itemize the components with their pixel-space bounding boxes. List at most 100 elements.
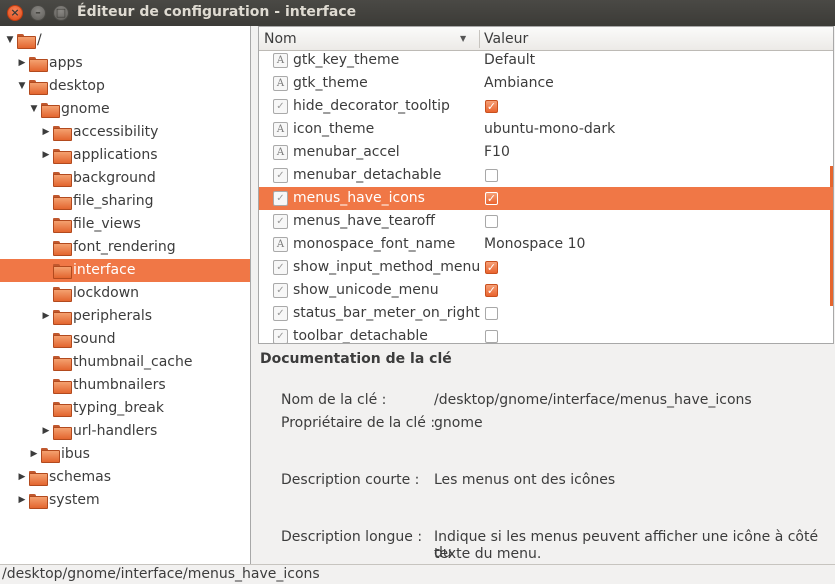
tree-item-label: interface <box>73 262 136 278</box>
folder-icon <box>53 356 72 371</box>
key-value-checkbox[interactable]: ✓ <box>485 284 498 297</box>
key-row-menus_have_icons[interactable]: ✓ menus_have_icons ✓ <box>259 187 833 210</box>
key-value[interactable]: Default <box>484 49 535 72</box>
expander-closed-icon[interactable]: ▶ <box>16 466 28 489</box>
key-row-status_bar_meter_on_right[interactable]: ✓ status_bar_meter_on_right <box>259 302 833 325</box>
tree-item-schemas[interactable]: ▶ schemas <box>0 466 250 489</box>
tree-item-url-handlers[interactable]: ▶ url-handlers <box>0 420 250 443</box>
tree-item-label: typing_break <box>73 400 164 416</box>
key-name: status_bar_meter_on_right <box>293 305 480 321</box>
tree-item-background[interactable]: background <box>0 167 250 190</box>
key-name: menus_have_icons <box>293 190 425 206</box>
maximize-window-button[interactable]: □ <box>53 5 69 21</box>
folder-icon <box>29 57 48 72</box>
tree-item-lockdown[interactable]: lockdown <box>0 282 250 305</box>
folder-icon <box>53 195 72 210</box>
key-name: hide_decorator_tooltip <box>293 98 450 114</box>
tree-item-peripherals[interactable]: ▶ peripherals <box>0 305 250 328</box>
tree-item-label: accessibility <box>73 124 159 140</box>
tree-item-file_views[interactable]: file_views <box>0 213 250 236</box>
key-name-value: /desktop/gnome/interface/menus_have_icon… <box>434 392 752 408</box>
key-row-gtk_theme[interactable]: Agtk_theme Ambiance <box>259 72 833 95</box>
sort-arrow-icon[interactable]: ▼ <box>460 27 466 51</box>
expander-closed-icon[interactable]: ▶ <box>16 489 28 512</box>
tree-item-interface[interactable]: interface <box>0 259 250 282</box>
boolean-type-icon: ✓ <box>273 329 288 343</box>
tree-item-ibus[interactable]: ▶ ibus <box>0 443 250 466</box>
tree-item-label: file_sharing <box>73 193 154 209</box>
folder-icon <box>53 126 72 141</box>
expander-closed-icon[interactable]: ▶ <box>28 443 40 466</box>
string-type-icon: A <box>273 122 288 137</box>
key-value[interactable]: Monospace 10 <box>484 233 585 256</box>
key-name: gtk_theme <box>293 75 368 91</box>
tree-item-applications[interactable]: ▶ applications <box>0 144 250 167</box>
column-separator[interactable] <box>479 30 480 48</box>
key-row-toolbar_detachable[interactable]: ✓ toolbar_detachable <box>259 325 833 344</box>
string-type-icon: A <box>273 145 288 160</box>
boolean-type-icon: ✓ <box>273 283 288 298</box>
folder-icon <box>53 241 72 256</box>
column-header-value[interactable]: Valeur <box>484 27 528 51</box>
string-type-icon: A <box>273 237 288 252</box>
key-name: toolbar_detachable <box>293 328 428 344</box>
key-tree[interactable]: ▼ / ▶ apps ▼ desktop ▼ gnome ▶ accessibility ▶ appl… <box>0 26 251 564</box>
key-value-checkbox[interactable] <box>485 330 498 343</box>
key-row-show_unicode_menu[interactable]: ✓ show_unicode_menu ✓ <box>259 279 833 302</box>
key-name: icon_theme <box>293 121 375 137</box>
short-description-label: Description courte : <box>281 472 420 488</box>
tree-item-desktop[interactable]: ▼ desktop <box>0 75 250 98</box>
key-row-hide_decorator_tooltip[interactable]: ✓ hide_decorator_tooltip ✓ <box>259 95 833 118</box>
tree-item-accessibility[interactable]: ▶ accessibility <box>0 121 250 144</box>
tree-item-root[interactable]: ▼ / <box>0 29 250 52</box>
key-value[interactable]: F10 <box>484 141 510 164</box>
minimize-window-button[interactable]: – <box>30 5 46 21</box>
boolean-type-icon: ✓ <box>273 306 288 321</box>
key-row-monospace_font_name[interactable]: Amonospace_font_name Monospace 10 <box>259 233 833 256</box>
folder-icon <box>53 287 72 302</box>
expander-open-icon[interactable]: ▼ <box>4 29 16 52</box>
expander-open-icon[interactable]: ▼ <box>16 75 28 98</box>
key-value-checkbox[interactable] <box>485 215 498 228</box>
key-row-show_input_method_menu[interactable]: ✓ show_input_method_menu ✓ <box>259 256 833 279</box>
tree-item-thumbnailers[interactable]: thumbnailers <box>0 374 250 397</box>
key-name: show_input_method_menu <box>293 259 481 275</box>
string-type-icon: A <box>273 76 288 91</box>
tree-item-sound[interactable]: sound <box>0 328 250 351</box>
tree-item-label: peripherals <box>73 308 153 324</box>
key-name: menus_have_tearoff <box>293 213 435 229</box>
expander-closed-icon[interactable]: ▶ <box>40 121 52 144</box>
key-row-icon_theme[interactable]: Aicon_theme ubuntu-mono-dark <box>259 118 833 141</box>
key-row-gtk_key_theme[interactable]: Agtk_key_theme Default <box>259 49 833 72</box>
tree-item-typing_break[interactable]: typing_break <box>0 397 250 420</box>
expander-closed-icon[interactable]: ▶ <box>40 144 52 167</box>
expander-closed-icon[interactable]: ▶ <box>40 420 52 443</box>
key-value-checkbox[interactable]: ✓ <box>485 100 498 113</box>
expander-closed-icon[interactable]: ▶ <box>40 305 52 328</box>
key-value[interactable]: Ambiance <box>484 72 554 95</box>
expander-open-icon[interactable]: ▼ <box>28 98 40 121</box>
expander-closed-icon[interactable]: ▶ <box>16 52 28 75</box>
tree-item-label: system <box>49 492 100 508</box>
folder-icon <box>41 448 60 463</box>
tree-item-file_sharing[interactable]: file_sharing <box>0 190 250 213</box>
key-row-menubar_detachable[interactable]: ✓ menubar_detachable <box>259 164 833 187</box>
tree-item-font_rendering[interactable]: font_rendering <box>0 236 250 259</box>
key-value-checkbox[interactable] <box>485 169 498 182</box>
tree-item-apps[interactable]: ▶ apps <box>0 52 250 75</box>
close-window-button[interactable]: × <box>7 5 23 21</box>
key-value-checkbox[interactable]: ✓ <box>485 261 498 274</box>
key-row-menus_have_tearoff[interactable]: ✓ menus_have_tearoff <box>259 210 833 233</box>
key-value-checkbox[interactable] <box>485 307 498 320</box>
tree-item-label: thumbnail_cache <box>73 354 193 370</box>
key-row-menubar_accel[interactable]: Amenubar_accel F10 <box>259 141 833 164</box>
boolean-type-icon: ✓ <box>273 260 288 275</box>
key-list[interactable]: Nom ▼ Valeur Agtk_key_theme Default Agtk_t… <box>258 26 834 344</box>
key-value-checkbox[interactable]: ✓ <box>485 192 498 205</box>
tree-item-system[interactable]: ▶ system <box>0 489 250 512</box>
column-header-name[interactable]: Nom <box>264 27 297 51</box>
tree-item-gnome[interactable]: ▼ gnome <box>0 98 250 121</box>
tree-item-thumbnail_cache[interactable]: thumbnail_cache <box>0 351 250 374</box>
folder-icon <box>53 264 72 279</box>
key-value[interactable]: ubuntu-mono-dark <box>484 118 615 141</box>
